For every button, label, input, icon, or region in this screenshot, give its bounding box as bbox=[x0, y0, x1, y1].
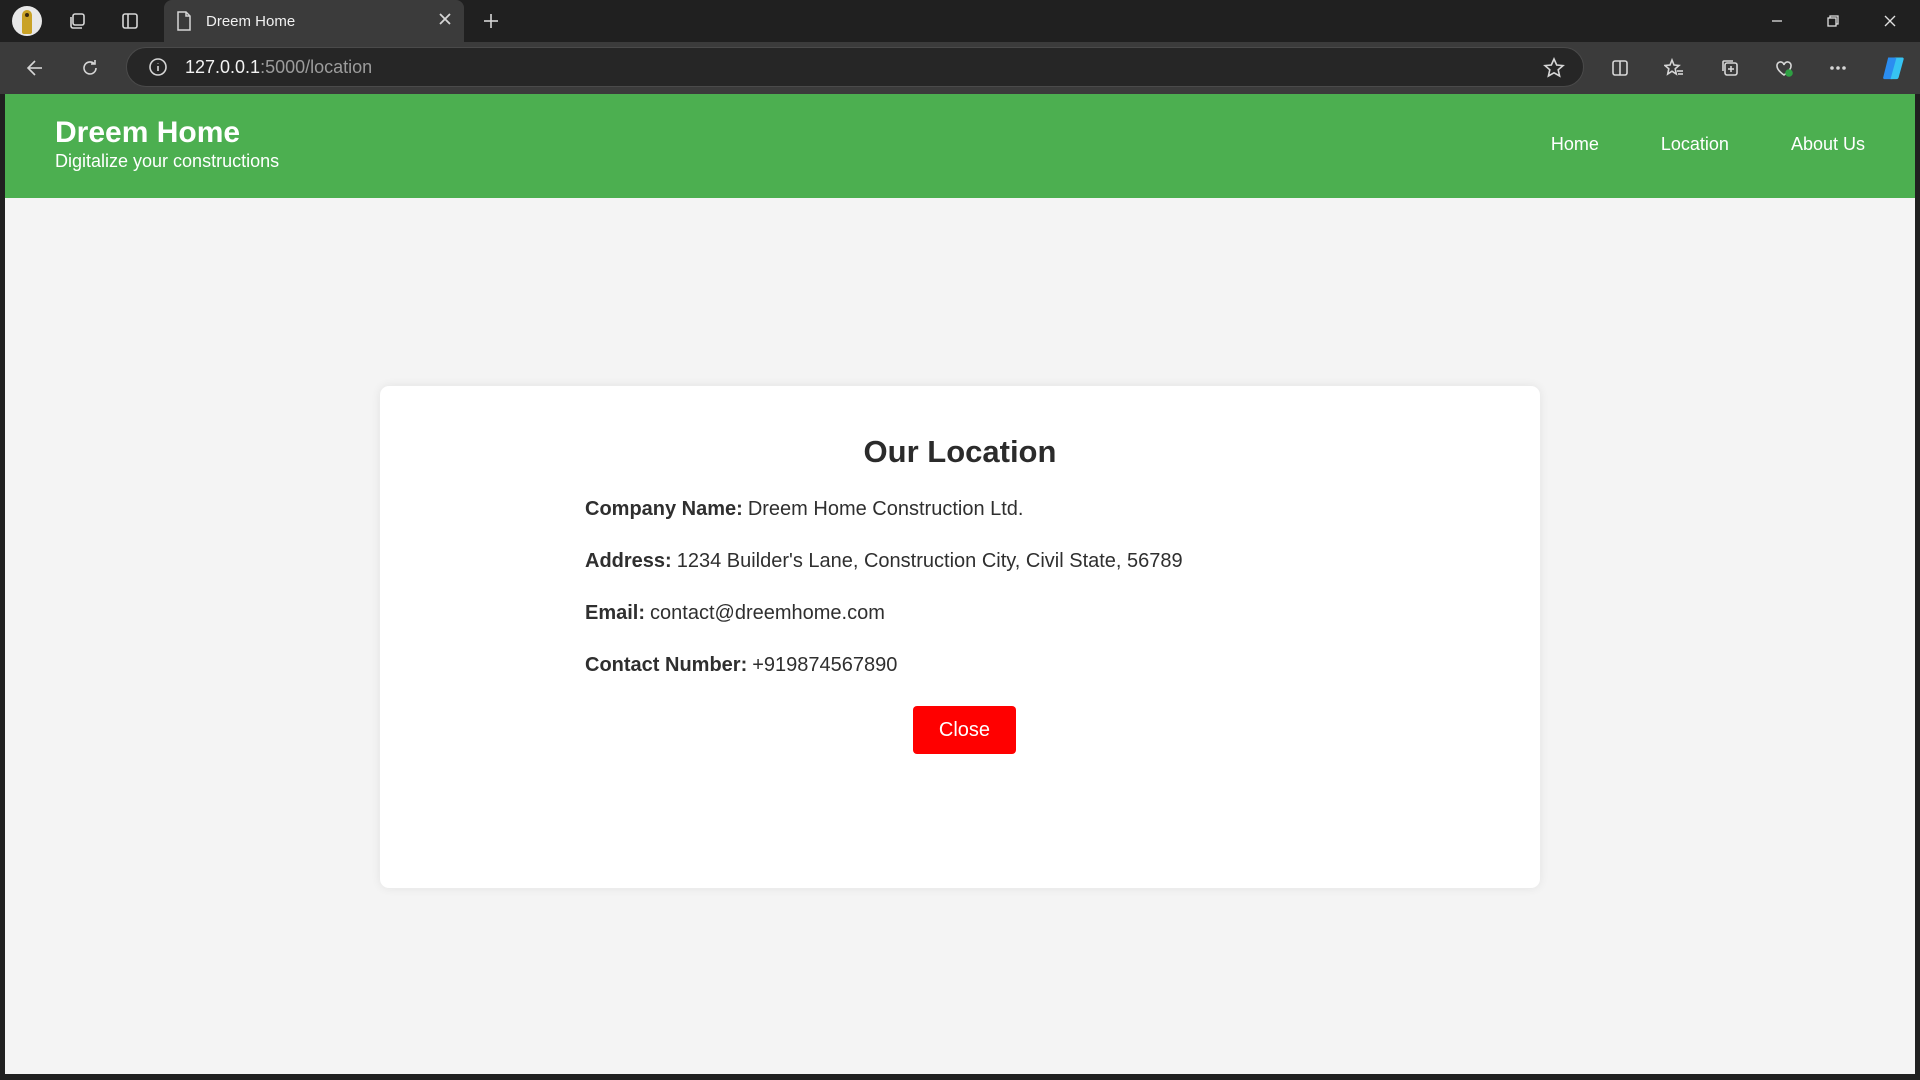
copilot-icon[interactable] bbox=[1876, 50, 1912, 86]
company-name-label: Company Name: bbox=[585, 498, 743, 520]
workspaces-icon[interactable] bbox=[59, 3, 95, 39]
profile-avatar[interactable] bbox=[12, 6, 42, 36]
browser-essentials-icon[interactable] bbox=[1766, 50, 1802, 86]
nav-about-us[interactable]: About Us bbox=[1791, 134, 1865, 155]
page-icon bbox=[176, 11, 192, 31]
collections-icon[interactable] bbox=[1712, 50, 1748, 86]
email-label: Email: bbox=[585, 602, 646, 624]
nav-home[interactable]: Home bbox=[1551, 134, 1599, 155]
company-name-value: Dreem Home Construction Ltd. bbox=[747, 498, 1024, 520]
url-host: 127.0.0.1 bbox=[185, 56, 261, 77]
url-path: :5000/location bbox=[260, 56, 373, 77]
site-header: Dreem Home Digitalize your constructions… bbox=[5, 94, 1915, 198]
close-button[interactable]: Close bbox=[913, 706, 1016, 754]
address-value: 1234 Builder's Lane, Construction City, … bbox=[676, 550, 1183, 572]
tab-close-icon[interactable] bbox=[438, 12, 452, 31]
tab-title: Dreem Home bbox=[206, 12, 296, 30]
window-close-icon[interactable] bbox=[1862, 0, 1918, 42]
address-label: Address: bbox=[585, 550, 672, 572]
address-bar[interactable]: 127.0.0.1:5000/location bbox=[126, 47, 1584, 87]
back-arrow-icon[interactable] bbox=[17, 50, 53, 86]
vertical-tabs-icon[interactable] bbox=[112, 3, 148, 39]
restore-icon[interactable] bbox=[1805, 0, 1861, 42]
page-viewport: Dreem Home Digitalize your constructions… bbox=[5, 94, 1915, 1074]
contact-number-value: +919874567890 bbox=[752, 654, 898, 676]
nav-location[interactable]: Location bbox=[1661, 134, 1729, 155]
url-text: 127.0.0.1:5000/location bbox=[185, 57, 372, 78]
more-options-icon[interactable] bbox=[1820, 50, 1856, 86]
email-value: contact@dreemhome.com bbox=[650, 602, 885, 624]
site-info-icon[interactable] bbox=[147, 56, 169, 78]
split-screen-icon[interactable] bbox=[1602, 50, 1638, 86]
browser-tab-active[interactable]: Dreem Home bbox=[164, 0, 464, 42]
favorite-star-icon[interactable] bbox=[1543, 57, 1565, 84]
brand-title: Dreem Home bbox=[55, 116, 241, 149]
address-row: Address: 1234 Builder's Lane, Constructio… bbox=[585, 550, 1183, 573]
brand-tagline: Digitalize your constructions bbox=[55, 151, 280, 171]
brand[interactable]: Dreem Home Digitalize your constructions bbox=[55, 116, 279, 172]
minimize-icon[interactable] bbox=[1749, 0, 1805, 42]
favorites-icon[interactable] bbox=[1656, 50, 1692, 86]
refresh-icon[interactable] bbox=[72, 50, 108, 86]
contact-number-row: Contact Number: +919874567890 bbox=[585, 654, 897, 677]
main-nav: Home Location About Us bbox=[1551, 134, 1865, 155]
browser-tab-strip: Dreem Home bbox=[0, 0, 1920, 42]
location-heading: Our Location bbox=[863, 434, 1057, 469]
company-name-row: Company Name: Dreem Home Construction Ltd… bbox=[585, 498, 1023, 521]
window-bottom-border bbox=[0, 1074, 1920, 1080]
location-card: Our Location Company Name: Dreem Home Con… bbox=[380, 386, 1540, 888]
contact-number-label: Contact Number: bbox=[585, 654, 748, 676]
email-row: Email: contact@dreemhome.com bbox=[585, 602, 885, 625]
new-tab-icon[interactable] bbox=[473, 3, 509, 39]
browser-toolbar: 127.0.0.1:5000/location bbox=[0, 42, 1920, 94]
